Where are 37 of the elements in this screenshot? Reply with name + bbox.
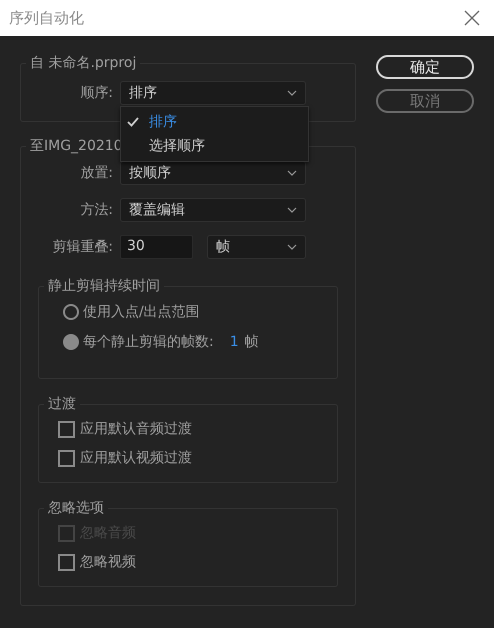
frame-count[interactable]: 1 xyxy=(230,334,239,350)
window-title: 序列自动化 xyxy=(9,8,84,28)
field-label: 放置: xyxy=(79,164,113,182)
field-label: 方法: xyxy=(79,201,113,219)
unit-label: 帧 xyxy=(244,333,259,351)
chevron-icon xyxy=(287,207,297,213)
dropdown[interactable]: 覆盖编辑 xyxy=(120,198,306,222)
radio-button[interactable] xyxy=(63,304,79,320)
menu-item[interactable]: 排序 xyxy=(121,110,308,134)
ok-button[interactable]: 确定 xyxy=(376,55,474,79)
menu-item[interactable]: 选择顺序 xyxy=(121,134,308,158)
checkbox-label: 忽略视频 xyxy=(80,553,136,571)
option-label: 每个静止剪辑的帧数: xyxy=(83,333,214,351)
field-label: 顺序: xyxy=(79,84,113,102)
option-label: 使用入点/出点范围 xyxy=(83,303,200,321)
chevron-icon xyxy=(287,244,297,250)
dropdown[interactable]: 按顺序 xyxy=(120,161,306,185)
chevron-icon xyxy=(287,170,297,176)
field-label: 剪辑重叠: xyxy=(51,238,113,256)
group-title: 忽略选项 xyxy=(47,499,105,517)
group-title: 自 未命名.prproj xyxy=(29,54,138,72)
group-title: 过渡 xyxy=(47,395,77,413)
checkbox-label: 应用默认音频过渡 xyxy=(80,420,192,438)
checkbox[interactable] xyxy=(58,450,75,466)
checkbox[interactable] xyxy=(58,554,75,570)
chevron-icon xyxy=(287,90,297,96)
group-title: 静止剪辑持续时间 xyxy=(47,277,161,295)
cancel-button[interactable]: 取消 xyxy=(376,89,474,113)
checkbox-label: 应用默认视频过渡 xyxy=(80,449,192,467)
unit-dropdown[interactable]: 帧 xyxy=(207,235,306,259)
check-icon xyxy=(127,117,139,127)
group-title: 至IMG_20210 xyxy=(29,137,124,155)
radio-button[interactable] xyxy=(63,334,79,350)
order-dropdown[interactable]: 排序 xyxy=(120,81,306,105)
checkbox[interactable] xyxy=(58,420,75,438)
input-field[interactable]: 30 xyxy=(120,235,193,259)
close-icon[interactable] xyxy=(464,10,480,26)
